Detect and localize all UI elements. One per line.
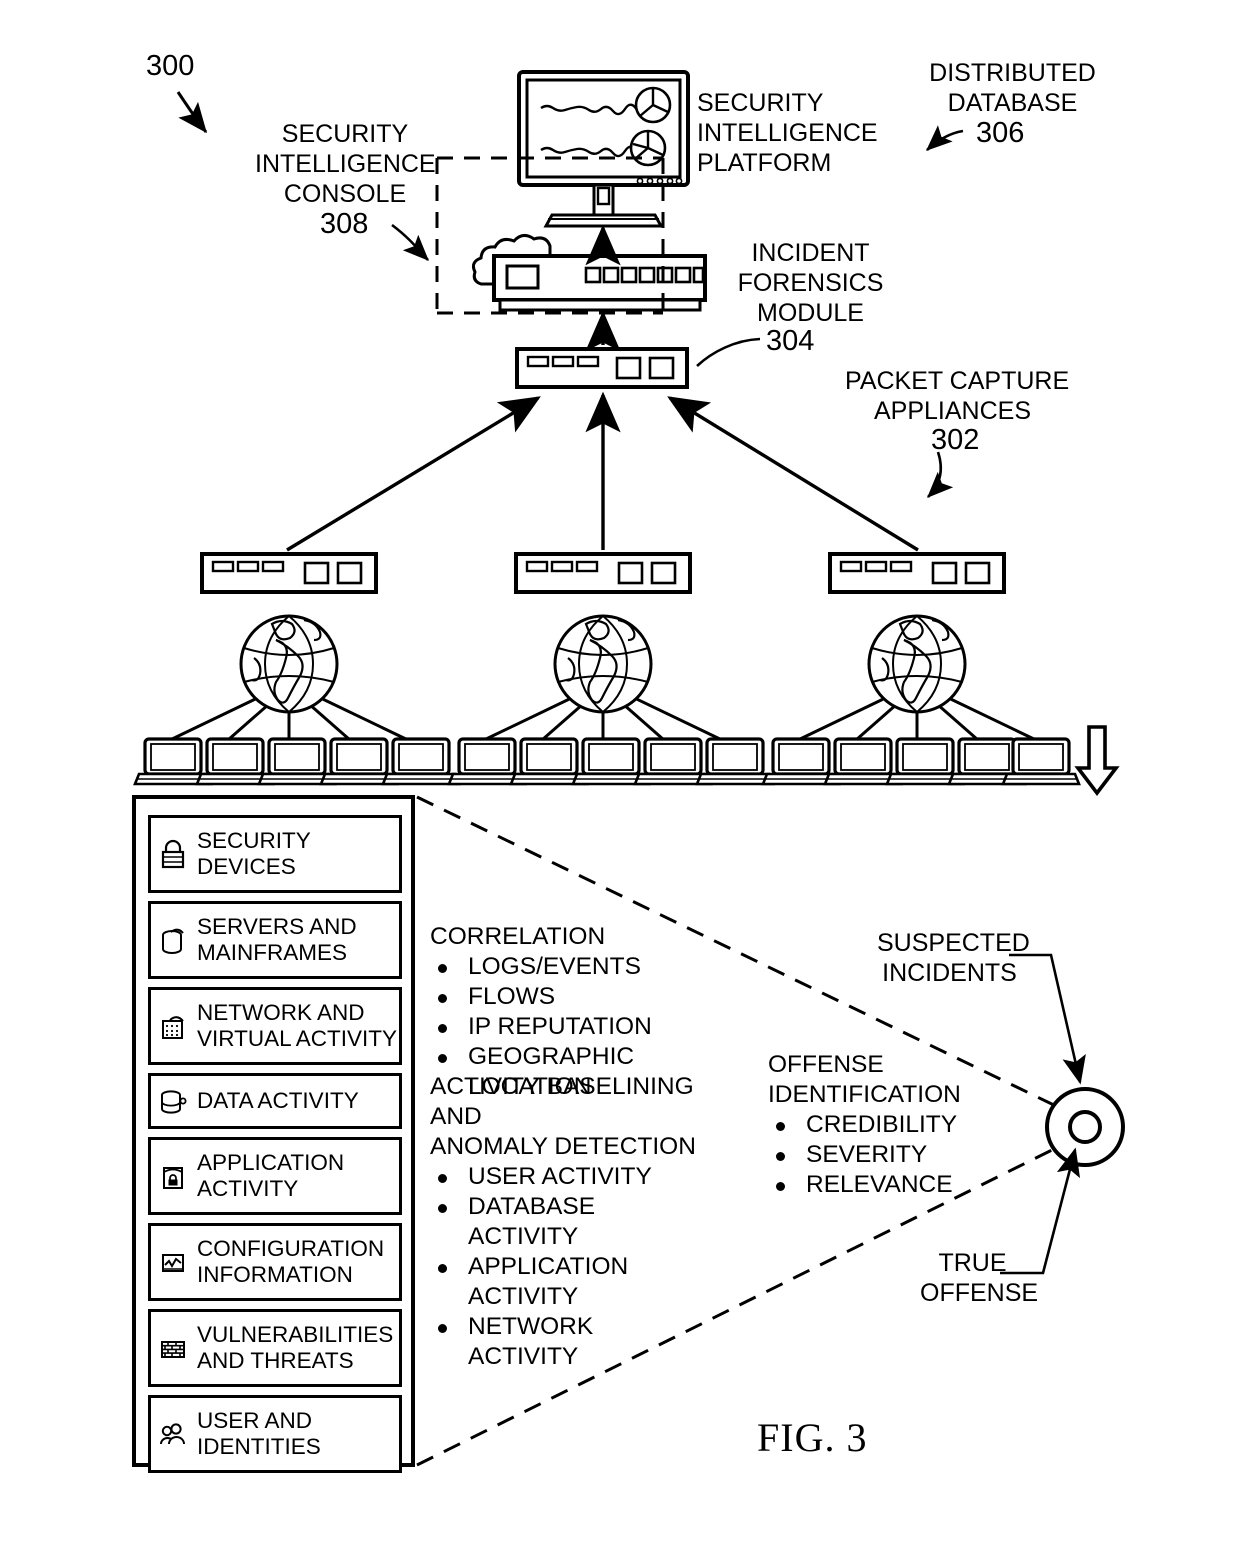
- offense-target-icon: [1045, 1087, 1125, 1167]
- patent-figure-page: 300 SECURITY INTELLIGENCE CONSOLE 308 SE…: [0, 0, 1240, 1549]
- list-item: LOGS/EVENTS: [430, 952, 750, 982]
- users-group-icon: [157, 1417, 189, 1451]
- laptop-icon: [1001, 737, 1081, 786]
- laptop-icon: [381, 737, 461, 786]
- network-node-icon: [157, 1009, 189, 1043]
- brick-wall-icon: [157, 1331, 189, 1365]
- distributed-database-ref: 306: [976, 117, 1025, 149]
- padlock-icon: [157, 837, 189, 871]
- packet-capture-appliances-ref: 302: [931, 424, 980, 456]
- list-item: RELEVANCE: [768, 1170, 998, 1200]
- packet-capture-appliance: [514, 552, 692, 594]
- data-source-item[interactable]: DATA ACTIVITY: [148, 1073, 402, 1129]
- packet-capture-appliance: [200, 552, 378, 594]
- laptop-row: [133, 737, 1081, 786]
- packet-capture-leader: [927, 451, 954, 498]
- offense-identification-block: OFFENSE IDENTIFICATION CREDIBILITY SEVER…: [768, 1050, 998, 1200]
- data-source-label: VULNERABILITIES AND THREATS: [197, 1322, 394, 1373]
- application-lock-icon: [157, 1159, 189, 1193]
- data-source-item[interactable]: SERVERS AND MAINFRAMES: [148, 901, 402, 979]
- list-item: FLOWS: [430, 982, 750, 1012]
- correlation-heading: CORRELATION: [430, 923, 606, 950]
- baselining-block: ACTIVITY BASELINING AND ANOMALY DETECTIO…: [430, 1072, 730, 1372]
- list-item: DATABASE ACTIVITY: [430, 1192, 730, 1252]
- baselining-heading: ACTIVITY BASELINING AND ANOMALY DETECTIO…: [430, 1073, 696, 1160]
- data-sources-panel: SECURITY DEVICES SERVERS AND MAINFRAMES: [132, 795, 415, 1473]
- globe-icon: [867, 614, 967, 714]
- data-source-item[interactable]: VULNERABILITIES AND THREATS: [148, 1309, 402, 1387]
- network-cluster: [169, 614, 409, 742]
- monitor-icon: [517, 70, 690, 228]
- data-source-label: SECURITY DEVICES: [197, 828, 311, 879]
- data-source-label: APPLICATION ACTIVITY: [197, 1150, 345, 1201]
- data-source-label: SERVERS AND MAINFRAMES: [197, 914, 357, 965]
- list-item: CREDIBILITY: [768, 1110, 998, 1140]
- appliance-uplink-arrows: [286, 391, 919, 552]
- data-source-label: CONFIGURATION INFORMATION: [197, 1236, 385, 1287]
- list-item: APPLICATION ACTIVITY: [430, 1252, 730, 1312]
- down-arrow-icon: [1074, 725, 1120, 796]
- distributed-database-leader: [926, 125, 964, 151]
- security-intelligence-console-ref: 308: [320, 208, 369, 240]
- network-cluster: [483, 614, 723, 742]
- data-source-item[interactable]: SECURITY DEVICES: [148, 815, 402, 893]
- offense-identification-bullet-list: CREDIBILITY SEVERITY RELEVANCE: [768, 1110, 998, 1200]
- distributed-database-label: DISTRIBUTED DATABASE: [929, 59, 1096, 117]
- chart-config-icon: [157, 1245, 189, 1279]
- data-source-label: NETWORK AND VIRTUAL ACTIVITY: [197, 1000, 398, 1051]
- list-item: USER ACTIVITY: [430, 1162, 730, 1192]
- packet-capture-appliances-label: PACKET CAPTURE APPLIANCES: [845, 367, 1070, 425]
- list-item: SEVERITY: [768, 1140, 998, 1170]
- globe-icon: [239, 614, 339, 714]
- security-intelligence-platform-label: SECURITY INTELLIGENCE PLATFORM: [697, 89, 878, 177]
- incident-forensics-module-label: INCIDENT FORENSICS MODULE: [737, 239, 884, 327]
- globe-icon: [553, 614, 653, 714]
- list-item: IP REPUTATION: [430, 1012, 750, 1042]
- server-cylinder-icon: [157, 923, 189, 957]
- incident-forensics-module-icon: [472, 234, 707, 312]
- data-source-label: DATA ACTIVITY: [197, 1088, 359, 1113]
- data-source-item[interactable]: USER AND IDENTITIES: [148, 1395, 402, 1473]
- laptop-icon: [695, 737, 775, 786]
- figure-number-leader: [176, 91, 208, 134]
- security-intelligence-console-label: SECURITY INTELLIGENCE CONSOLE: [255, 120, 436, 208]
- data-source-label: USER AND IDENTITIES: [197, 1408, 321, 1459]
- true-offense-label: TRUE OFFENSE: [920, 1249, 1039, 1307]
- packet-capture-appliance: [828, 552, 1006, 594]
- incident-forensics-leader: [696, 337, 761, 367]
- incident-forensics-module-ref: 304: [766, 325, 815, 357]
- aggregator-appliance-icon: [515, 347, 689, 389]
- database-icon: [157, 1084, 189, 1118]
- console-leader: [391, 223, 429, 261]
- baselining-bullet-list: USER ACTIVITY DATABASE ACTIVITY APPLICAT…: [430, 1162, 730, 1372]
- suspected-incidents-label: SUSPECTED INCIDENTS: [877, 929, 1030, 987]
- figure-number: 300: [146, 50, 195, 82]
- offense-identification-heading: OFFENSE IDENTIFICATION: [768, 1051, 961, 1108]
- data-source-item[interactable]: CONFIGURATION INFORMATION: [148, 1223, 402, 1301]
- list-item: NETWORK ACTIVITY: [430, 1312, 730, 1372]
- figure-caption: FIG. 3: [757, 1415, 868, 1460]
- network-cluster: [797, 614, 1037, 742]
- data-source-item[interactable]: APPLICATION ACTIVITY: [148, 1137, 402, 1215]
- data-source-item[interactable]: NETWORK AND VIRTUAL ACTIVITY: [148, 987, 402, 1065]
